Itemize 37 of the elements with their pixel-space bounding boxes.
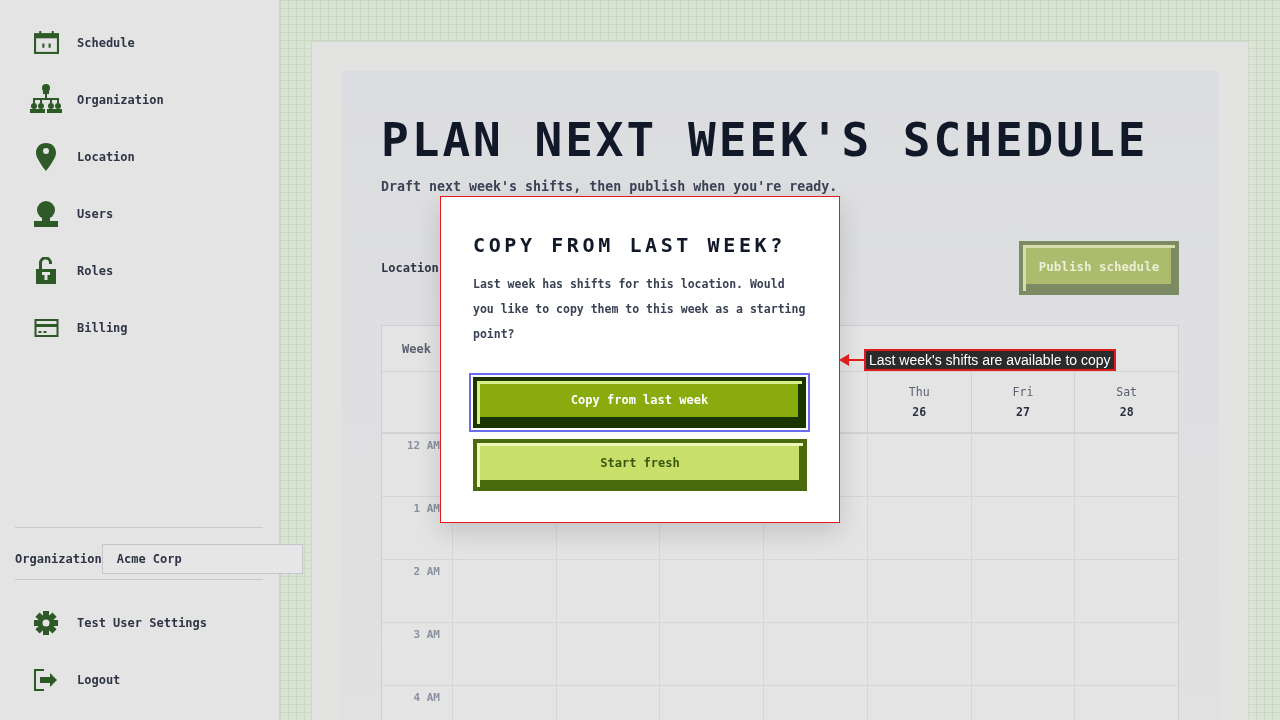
sidebar-link[interactable]: Billing — [0, 299, 279, 356]
page-title: PLAN NEXT WEEK'S SCHEDULE — [381, 115, 1150, 165]
day-date: 28 — [1119, 405, 1134, 419]
dialog-message: Last week has shifts for this location. Would you like to copy them to this week as a starting point? — [473, 276, 807, 343]
location-label: Location — [381, 261, 439, 275]
page-subtitle: Draft next week's shifts, then publish when you're ready. — [381, 178, 839, 196]
sidebar-link[interactable]: Test User Settings — [0, 594, 279, 651]
time-label: 2 AM — [413, 565, 440, 578]
sidebar-link[interactable]: Location — [0, 128, 279, 185]
unlocked-padlock-icon — [36, 257, 56, 284]
sidebar-link[interactable]: Roles — [0, 242, 279, 299]
sidebar-link[interactable]: Organization — [0, 71, 279, 128]
day-name: Fri — [1012, 385, 1034, 399]
time-label: 12 AM — [406, 439, 440, 452]
sidebar-link[interactable]: Users — [0, 185, 279, 242]
time-label: 4 AM — [413, 691, 440, 704]
org-chart-icon — [30, 83, 62, 116]
time-label: 3 AM — [413, 628, 440, 641]
day-date: 26 — [912, 405, 927, 419]
gear-icon — [34, 610, 58, 635]
sidebar-link[interactable]: Logout — [0, 651, 279, 708]
week-label: Week — [402, 341, 431, 356]
dialog-title: COPY FROM LAST WEEK? — [473, 233, 787, 257]
credit-card-icon — [33, 318, 59, 337]
time-label: 1 AM — [413, 502, 440, 515]
organization-label: Organization — [15, 552, 102, 566]
logout-icon — [34, 668, 58, 691]
day-name: Thu — [908, 385, 930, 399]
calendar-icon — [33, 31, 59, 54]
callout-label: Last week's shifts are available to copy — [864, 349, 1116, 371]
sidebar-link[interactable]: Schedule — [0, 14, 279, 71]
user-icon — [34, 200, 58, 227]
start-fresh-button[interactable]: Start fresh — [473, 439, 807, 491]
organization-field[interactable]: Acme Corp — [101, 544, 303, 574]
day-date: 27 — [1016, 405, 1030, 419]
map-pin-icon — [36, 142, 56, 171]
day-name: Sat — [1116, 385, 1138, 399]
